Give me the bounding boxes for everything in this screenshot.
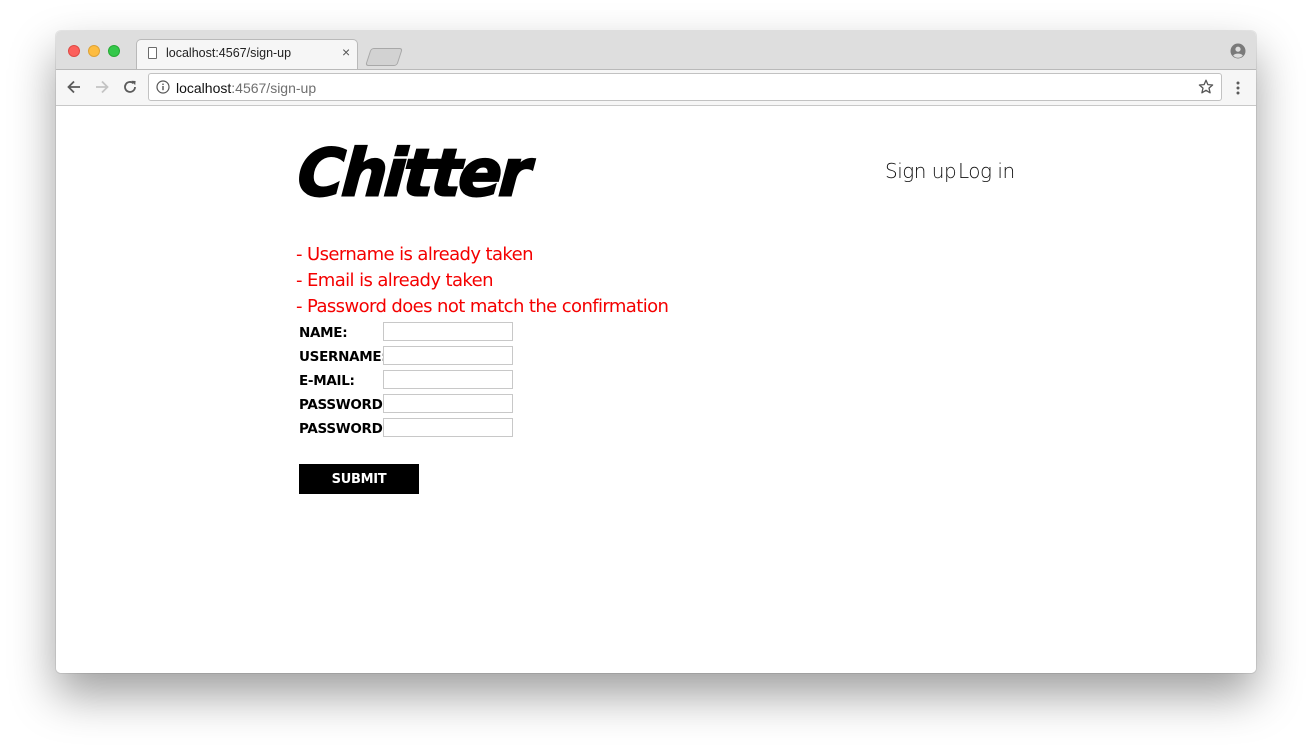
window-minimize-button[interactable] [88,45,100,57]
address-bar[interactable]: localhost:4567/sign-up [148,73,1222,101]
page-icon [148,47,157,59]
site-logo[interactable]: Chitter [294,133,531,215]
arrow-left-icon[interactable] [64,77,84,97]
nav-log-in-link[interactable]: Log in [958,159,1015,183]
tab-strip: localhost:4567/sign-up × [56,31,1256,70]
username-label: USERNAME: [299,349,387,365]
browser-toolbar: localhost:4567/sign-up [56,69,1256,106]
browser-window: localhost:4567/sign-up × localhost:4567/… [56,31,1256,673]
window-close-button[interactable] [68,45,80,57]
profile-icon[interactable] [1230,43,1246,59]
submit-button[interactable]: SUBMIT [299,464,419,494]
error-message: - Email is already taken [296,270,493,291]
url-text: localhost:4567/sign-up [176,80,316,96]
page-content: Chitter Sign up Log in - Username is alr… [56,106,1256,673]
username-input[interactable] [383,346,513,365]
star-icon[interactable] [1197,78,1215,96]
info-icon[interactable] [156,80,170,94]
tab-close-icon[interactable]: × [342,44,350,60]
error-message: - Username is already taken [296,244,533,265]
error-list: - Username is already taken - Email is a… [296,242,669,320]
reload-icon[interactable] [120,77,140,97]
password-confirmation-label: PASSWORD: [299,421,388,437]
tab-title: localhost:4567/sign-up [166,46,292,60]
url-path: :4567/sign-up [231,80,317,96]
email-input[interactable] [383,370,513,389]
email-label: E-MAIL: [299,373,355,389]
password-confirmation-input[interactable] [383,418,513,437]
new-tab-button[interactable] [365,48,403,66]
arrow-right-icon[interactable] [92,77,112,97]
password-label: PASSWORD: [299,397,388,413]
error-message: - Password does not match the confirmati… [296,296,669,317]
nav-sign-up-link[interactable]: Sign up [885,159,957,183]
name-label: NAME: [299,325,348,341]
name-input[interactable] [383,322,513,341]
password-input[interactable] [383,394,513,413]
window-maximize-button[interactable] [108,45,120,57]
vertical-dots-icon[interactable] [1230,80,1246,96]
url-host: localhost [176,80,232,96]
